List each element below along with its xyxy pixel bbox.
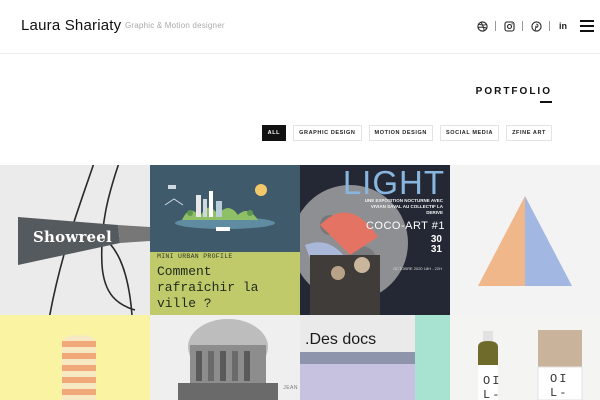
site-tagline: Graphic & Motion designer <box>125 21 225 30</box>
site-header: Laura Shariaty Graphic & Motion designer <box>0 0 600 54</box>
social-divider <box>522 21 523 31</box>
oil-label-left: OI L- <box>483 374 502 400</box>
portfolio-underline <box>540 101 552 103</box>
social-divider <box>549 21 550 31</box>
portfolio-item-showreel[interactable]: Showreel <box>0 165 150 315</box>
portfolio-item-urban[interactable]: MINI URBAN PROFILE Comment rafraîchir la… <box>150 165 300 315</box>
triangle-artwork <box>450 165 600 315</box>
portfolio-item-architecture[interactable]: JEAN <box>150 315 300 400</box>
pinterest-icon[interactable] <box>529 19 543 33</box>
dribbble-icon[interactable] <box>475 19 489 33</box>
architecture-artwork <box>150 315 300 400</box>
instagram-icon[interactable] <box>502 19 516 33</box>
portfolio-item-docs[interactable]: .Des docs <box>300 315 450 400</box>
light-date: 30 31 <box>412 235 442 255</box>
light-event: COCO-ART #1 <box>365 220 445 232</box>
urban-big-title: Comment rafraîchir la ville ? <box>157 264 259 311</box>
portfolio-filters: ALL GRAPHIC DESIGN MOTION DESIGN SOCIAL … <box>261 125 552 141</box>
portfolio-item-triangle[interactable] <box>450 165 600 315</box>
oil-bottles-artwork <box>450 315 600 400</box>
linkedin-label: in <box>559 21 567 31</box>
portfolio-grid: Showreel MINI URBAN PROFILE Comment rafr… <box>0 165 600 400</box>
site-brand[interactable]: Laura Shariaty <box>21 17 121 34</box>
city-illustration <box>150 165 300 252</box>
filter-graphic-design[interactable]: GRAPHIC DESIGN <box>293 125 362 141</box>
portfolio-item-light[interactable]: LIGHT UNE EXPOSITION NOCTURNE AVEC VIVIA… <box>300 165 450 315</box>
oil-label-right: OI L- <box>550 372 569 400</box>
linkedin-icon[interactable]: in <box>556 19 570 33</box>
light-title: LIGHT <box>342 165 445 201</box>
social-divider <box>495 21 496 31</box>
docs-accent-strip <box>415 315 450 400</box>
filter-all[interactable]: ALL <box>261 125 287 141</box>
docs-title: .Des docs <box>305 331 377 348</box>
architecture-label: JEAN <box>283 385 298 391</box>
social-links: in <box>475 19 594 33</box>
portfolio-title: PORTFOLIO <box>475 86 552 97</box>
filter-social-media[interactable]: SOCIAL MEDIA <box>439 125 500 141</box>
portfolio-item-oil[interactable]: OI L- OI L- <box>450 315 600 400</box>
light-date-details: OCTOBRE 2020 18H - 22H <box>392 266 442 271</box>
urban-small-title: MINI URBAN PROFILE <box>157 253 233 260</box>
filter-motion-design[interactable]: MOTION DESIGN <box>368 125 433 141</box>
docs-photo <box>300 364 415 400</box>
stripes-artwork <box>0 315 150 400</box>
filter-zfine-art[interactable]: ZFINE ART <box>506 125 552 141</box>
light-subtitle: UNE EXPOSITION NOCTURNE AVEC VIVIAN SAVA… <box>364 198 443 215</box>
hamburger-menu-icon[interactable] <box>580 20 594 32</box>
showreel-label: Showreel <box>33 228 112 246</box>
portfolio-item-stripes[interactable] <box>0 315 150 400</box>
docs-bar <box>300 352 415 364</box>
light-date-day2: 31 <box>430 244 442 255</box>
